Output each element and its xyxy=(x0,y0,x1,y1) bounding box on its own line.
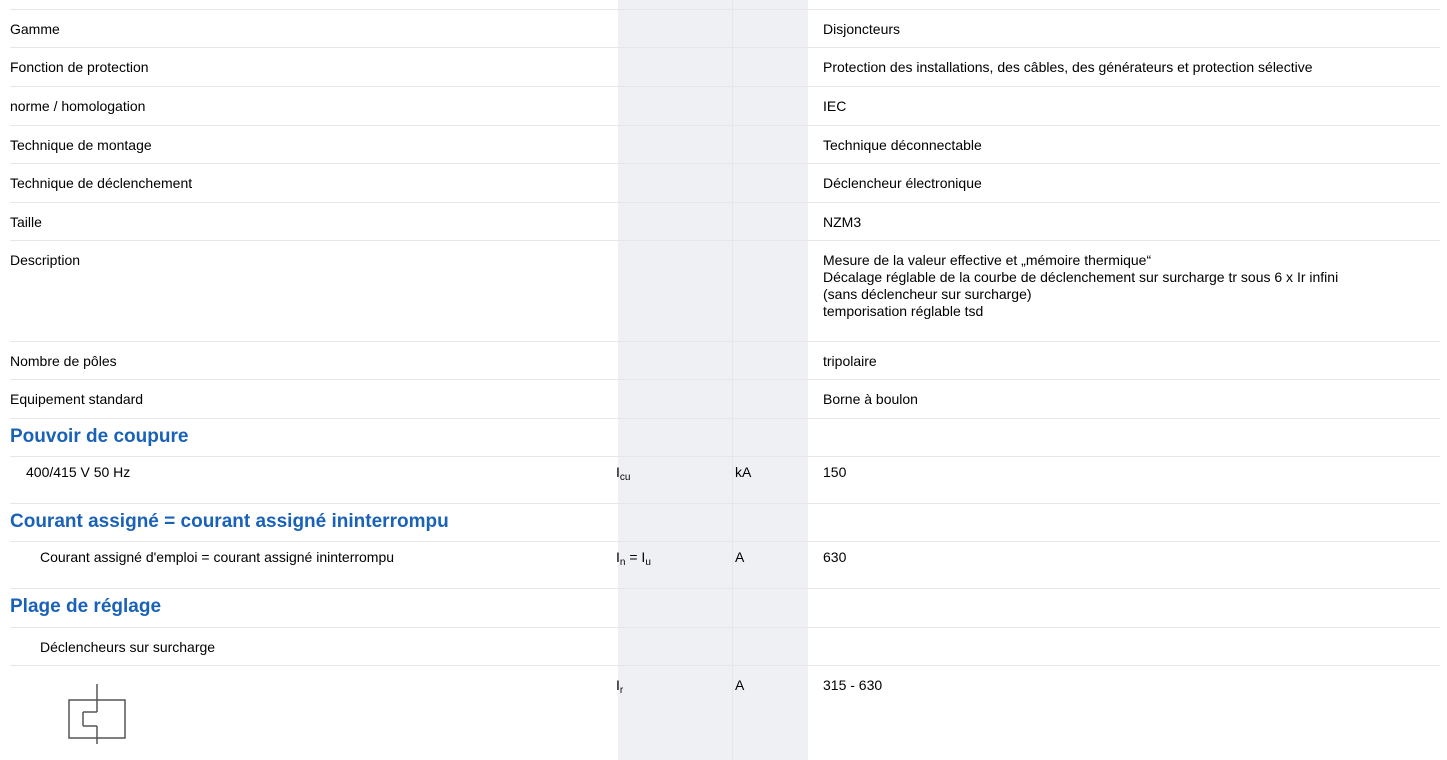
spec-unit: A xyxy=(735,677,745,693)
spec-row-equipement-standard: Equipement standard Borne à boulon xyxy=(10,380,1440,419)
spec-row-declencheurs-surcharge: Déclencheurs sur surcharge xyxy=(10,628,1440,666)
description-line: temporisation réglable tsd xyxy=(823,303,984,319)
product-spec-table: Gamme Disjoncteurs Fonction de protectio… xyxy=(10,9,1440,756)
spec-label: 400/415 V 50 Hz xyxy=(26,464,131,480)
spec-row-taille: Taille NZM3 xyxy=(10,203,1440,241)
spec-label: Technique de montage xyxy=(10,137,152,153)
spec-label: Technique de déclenchement xyxy=(10,175,193,191)
section-title: Courant assigné = courant assigné ininte… xyxy=(10,511,449,532)
section-title: Plage de réglage xyxy=(10,596,162,617)
spec-row-courant-emploi: Courant assigné d'emploi = courant assig… xyxy=(10,542,1440,589)
overload-release-symbol-icon xyxy=(68,684,126,744)
description-line: Décalage réglable de la courbe de déclen… xyxy=(823,269,1339,285)
spec-value: Borne à boulon xyxy=(823,391,918,407)
spec-row-plage-ir: Ir A 315 - 630 xyxy=(10,666,1440,756)
description-line: (sans déclencheur sur surcharge) xyxy=(823,286,1032,302)
spec-row-technique-declenchement: Technique de déclenchement Déclencheur é… xyxy=(10,164,1440,203)
spec-value: IEC xyxy=(823,98,847,114)
spec-value: Déclencheur électronique xyxy=(823,175,982,191)
spec-value: Protection des installations, des câbles… xyxy=(823,59,1313,75)
spec-label: Courant assigné d'emploi = courant assig… xyxy=(40,549,395,565)
spec-symbol: Icu xyxy=(616,464,631,483)
spec-row-gamme: Gamme Disjoncteurs xyxy=(10,9,1440,48)
spec-label: Description xyxy=(10,252,81,268)
spec-row-technique-montage: Technique de montage Technique déconnect… xyxy=(10,126,1440,164)
spec-label: Déclencheurs sur surcharge xyxy=(40,639,216,655)
section-header-pouvoir-coupure: Pouvoir de coupure xyxy=(10,419,1440,457)
spec-row-description: Description Mesure de la valeur effectiv… xyxy=(10,241,1440,342)
spec-row-nombre-poles: Nombre de pôles tripolaire xyxy=(10,342,1440,380)
section-title: Pouvoir de coupure xyxy=(10,426,189,447)
spec-label: Gamme xyxy=(10,21,60,37)
spec-value: 630 xyxy=(823,549,847,565)
spec-symbol: Ir xyxy=(616,677,624,696)
spec-value: NZM3 xyxy=(823,214,862,230)
spec-value: 315 - 630 xyxy=(823,677,883,693)
spec-symbol: In = Iu xyxy=(616,549,651,568)
spec-value: tripolaire xyxy=(823,353,877,369)
section-header-courant-assigne: Courant assigné = courant assigné ininte… xyxy=(10,504,1440,542)
spec-value: 150 xyxy=(823,464,847,480)
spec-row-fonction-protection: Fonction de protection Protection des in… xyxy=(10,48,1440,87)
spec-label: Fonction de protection xyxy=(10,59,149,75)
section-header-plage-reglage: Plage de réglage xyxy=(10,589,1440,628)
spec-label: norme / homologation xyxy=(10,98,146,114)
spec-row-norme: norme / homologation IEC xyxy=(10,87,1440,126)
spec-unit: A xyxy=(735,549,745,565)
spec-unit: kA xyxy=(735,464,752,480)
spec-value: Disjoncteurs xyxy=(823,21,901,37)
spec-label: Taille xyxy=(10,214,42,230)
description-line: Mesure de la valeur effective et „mémoir… xyxy=(823,252,1152,268)
spec-label: Nombre de pôles xyxy=(10,353,117,369)
spec-value-description: Mesure de la valeur effective et „mémoir… xyxy=(823,252,1338,320)
spec-label: Equipement standard xyxy=(10,391,144,407)
spec-row-pouvoir-400v: 400/415 V 50 Hz Icu kA 150 xyxy=(10,457,1440,504)
spec-value: Technique déconnectable xyxy=(823,137,982,153)
